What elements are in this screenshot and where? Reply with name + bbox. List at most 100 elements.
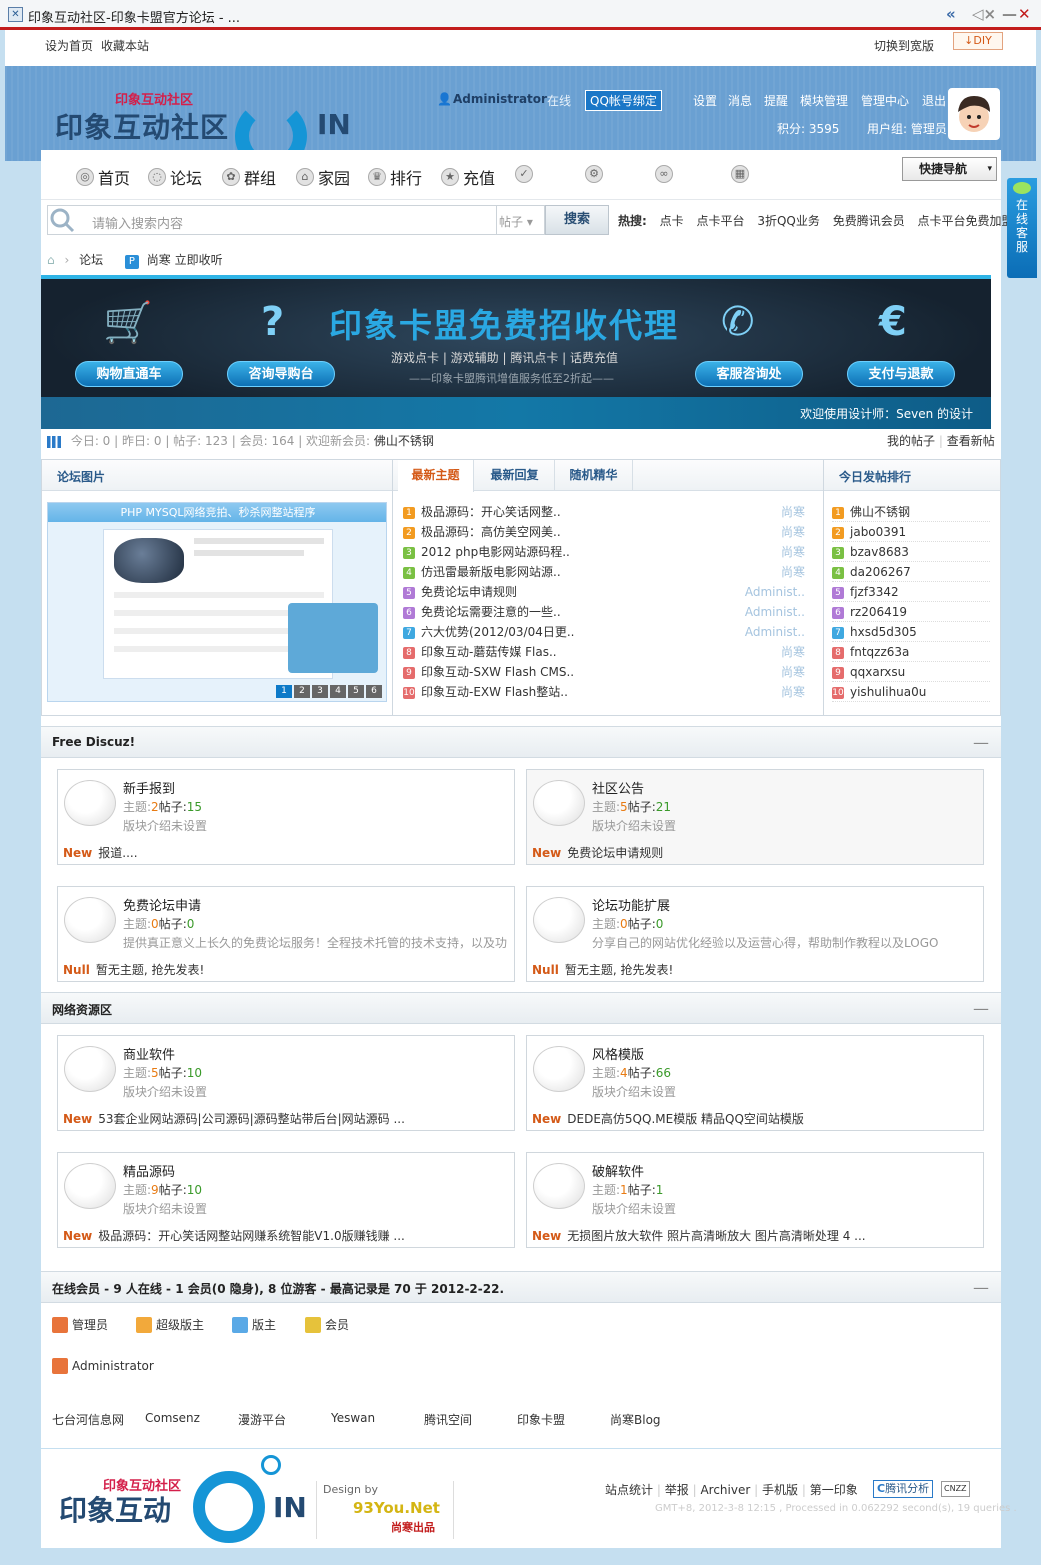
friend-link[interactable]: 腾讯空间 <box>424 1411 472 1428</box>
forum-name[interactable]: 论坛功能扩展 <box>592 895 670 914</box>
quick-nav-button[interactable]: 快捷导航 ▾ <box>902 157 997 181</box>
last-post-title[interactable]: 无损图片放大软件 照片高清晰放大 图片高清晰处理 4 ... <box>567 1229 865 1243</box>
tab-latest-topics[interactable]: 最新主题 <box>398 460 474 492</box>
rank-username[interactable]: jabo0391 <box>850 525 906 539</box>
forum-name[interactable]: 风格模版 <box>592 1044 644 1063</box>
slide-page[interactable]: 6 <box>366 685 382 698</box>
nav-home-space[interactable]: ⌂ 家园 <box>296 165 350 189</box>
thread-title[interactable]: 免费论坛需要注意的一些.. <box>421 605 561 619</box>
slideshow-image[interactable]: PHP MYSQL网络竞拍、秒杀网整站程序 1 2 3 4 5 6 <box>47 502 387 702</box>
thread-author[interactable]: 尚寒 <box>781 522 805 542</box>
rank-item[interactable]: 9 qqxarxsu <box>832 662 990 682</box>
thread-item[interactable]: 2 极品源码：高仿美空网美.. 尚寒 <box>403 522 815 542</box>
thread-item[interactable]: 1 极品源码：开心笑话网整.. 尚寒 <box>403 502 815 522</box>
last-post-title[interactable]: 暂无主题, 抢先发表! <box>96 963 204 977</box>
hot-link[interactable]: 点卡平台免费加盟 <box>918 214 1014 228</box>
thread-item[interactable]: 9 印象互动-SXW Flash CMS.. 尚寒 <box>403 662 815 682</box>
rank-username[interactable]: da206267 <box>850 565 911 579</box>
banner-button[interactable]: 客服咨询处 <box>695 361 803 387</box>
nav-home[interactable]: ◎ 首页 <box>76 165 130 189</box>
menu-messages[interactable]: 消息 <box>728 92 752 109</box>
nav-forum[interactable]: ◌ 论坛 <box>148 165 202 189</box>
last-post-title[interactable]: 免费论坛申请规则 <box>567 846 663 860</box>
slide-page[interactable]: 2 <box>294 685 310 698</box>
forum-name[interactable]: 免费论坛申请 <box>123 895 201 914</box>
thread-author[interactable]: Administ.. <box>745 582 805 602</box>
thread-author[interactable]: 尚寒 <box>781 682 805 702</box>
nav-group[interactable]: ✿ 群组 <box>222 165 276 189</box>
collapse-icon[interactable]: — <box>973 733 989 752</box>
collapse-icon[interactable]: — <box>973 1278 989 1297</box>
rank-item[interactable]: 4 da206267 <box>832 562 990 582</box>
rank-username[interactable]: fntqzz63a <box>850 645 909 659</box>
footer-link[interactable]: Archiver <box>700 1483 750 1497</box>
qq-bind-button[interactable]: QQ帐号绑定 <box>585 90 662 111</box>
thread-title[interactable]: 印象互动-蘑菇传媒 Flas.. <box>421 645 557 659</box>
rank-username[interactable]: bzav8683 <box>850 545 909 559</box>
thread-title[interactable]: 2012 php电影网站源码程.. <box>421 545 570 559</box>
hot-link[interactable]: 免费腾讯会员 <box>833 214 905 228</box>
footer-link[interactable]: 举报 <box>665 1483 689 1497</box>
mute-icon[interactable]: ◁× <box>972 5 996 23</box>
view-new-link[interactable]: 查看新帖 <box>947 434 995 448</box>
footer-link[interactable]: 站点统计 <box>605 1483 653 1497</box>
banner-button[interactable]: 咨询导购台 <box>227 361 335 387</box>
section-header[interactable]: 网络资源区 — <box>41 992 1001 1024</box>
thread-author[interactable]: 尚寒 <box>781 502 805 522</box>
thread-item[interactable]: 8 印象互动-蘑菇传媒 Flas.. 尚寒 <box>403 642 815 662</box>
thread-title[interactable]: 极品源码：开心笑话网整.. <box>421 505 561 519</box>
forum-name[interactable]: 社区公告 <box>592 778 644 797</box>
thread-author[interactable]: 尚寒 <box>781 642 805 662</box>
promo-banner[interactable]: 🛒 ? ✆ € 印象卡盟免费招收代理 游戏点卡 | 游戏辅助 | 腾讯点卡 | … <box>41 275 991 429</box>
forum-last-post[interactable]: New 53套企业网站源码|公司源码|源码整站带后台|网站源码 ... <box>63 1110 503 1127</box>
rank-item[interactable]: 2 jabo0391 <box>832 522 990 542</box>
section-header[interactable]: Free Discuz! — <box>41 726 1001 758</box>
last-post-title[interactable]: DEDE高仿5QQ.ME模版 精品QQ空间站模版 <box>567 1112 804 1126</box>
menu-logout[interactable]: 退出 <box>922 92 946 109</box>
last-post-title[interactable]: 暂无主题, 抢先发表! <box>565 963 673 977</box>
collapse-icon[interactable]: — <box>973 999 989 1018</box>
slide-page[interactable]: 1 <box>276 685 292 698</box>
nav-search[interactable]: ∞ <box>655 165 677 183</box>
hot-link[interactable]: 点卡 <box>660 214 684 228</box>
slide-page[interactable]: 3 <box>312 685 328 698</box>
online-service-tab[interactable]: 在线客服 <box>1007 178 1037 278</box>
thread-item[interactable]: 4 仿迅雷最新版电影网站源.. 尚寒 <box>403 562 815 582</box>
forum-last-post[interactable]: New 报道.... <box>63 844 503 861</box>
forum-card[interactable]: 社区公告 主题:5帖子:21 版块介绍未设置 New 免费论坛申请规则 <box>526 769 984 865</box>
thread-item[interactable]: 7 六大优势(2012/03/04日更.. Administ.. <box>403 622 815 642</box>
rank-username[interactable]: 佛山不锈钢 <box>850 505 910 519</box>
menu-reminders[interactable]: 提醒 <box>764 92 788 109</box>
rank-item[interactable]: 8 fntqzz63a <box>832 642 990 662</box>
forum-name[interactable]: 新手报到 <box>123 778 175 797</box>
menu-settings[interactable]: 设置 <box>693 92 717 109</box>
search-input[interactable]: 请输入搜索内容 <box>47 205 497 235</box>
nav-recharge[interactable]: ★ 充值 <box>441 165 495 189</box>
forum-card[interactable]: 论坛功能扩展 主题:0帖子:0 分享自己的网站优化经验以及运营心得，帮助制作教程以及… <box>526 886 984 982</box>
rank-item[interactable]: 5 fjzf3342 <box>832 582 990 602</box>
forum-card[interactable]: 商业软件 主题:5帖子:10 版块介绍未设置 New 53套企业网站源码|公司源码|源码… <box>57 1035 515 1131</box>
friend-link[interactable]: 七台河信息网 <box>52 1411 124 1428</box>
rank-username[interactable]: yishulihua0u <box>850 685 926 699</box>
online-header[interactable]: 在线会员 - 9 人在线 - 1 会员(0 隐身), 8 位游客 - 最高记录是… <box>41 1271 1001 1303</box>
close-icon[interactable]: ✕ <box>1018 5 1031 23</box>
footer-link[interactable]: 手机版 <box>762 1483 798 1497</box>
forum-card[interactable]: 破解软件 主题:1帖子:1 版块介绍未设置 New 无损图片放大软件 照片高清晰放大 图… <box>526 1152 984 1248</box>
diy-button[interactable]: ↓DIY <box>953 32 1003 50</box>
thread-title[interactable]: 极品源码：高仿美空网美.. <box>421 525 561 539</box>
menu-admin-center[interactable]: 管理中心 <box>861 92 909 109</box>
favorite-link[interactable]: 收藏本站 <box>101 37 149 54</box>
back-icon[interactable]: « <box>946 5 956 23</box>
thread-title[interactable]: 六大优势(2012/03/04日更.. <box>421 625 574 639</box>
nav-check[interactable]: ✓ <box>515 165 537 183</box>
search-button[interactable]: 搜索 <box>545 205 609 235</box>
new-member-link[interactable]: 佛山不锈钢 <box>374 434 434 448</box>
avatar[interactable] <box>948 88 1000 140</box>
forum-last-post[interactable]: Null 暂无主题, 抢先发表! <box>63 961 503 978</box>
breadcrumb-forum[interactable]: 论坛 <box>79 253 103 267</box>
minimize-icon[interactable]: — <box>1002 5 1017 23</box>
thread-author[interactable]: Administ.. <box>745 602 805 622</box>
friend-link[interactable]: Yeswan <box>331 1411 375 1425</box>
rank-item[interactable]: 7 hxsd5d305 <box>832 622 990 642</box>
forum-last-post[interactable]: New 极品源码：开心笑话网整站网赚系统智能V1.0版赚钱赚 ... <box>63 1227 503 1244</box>
